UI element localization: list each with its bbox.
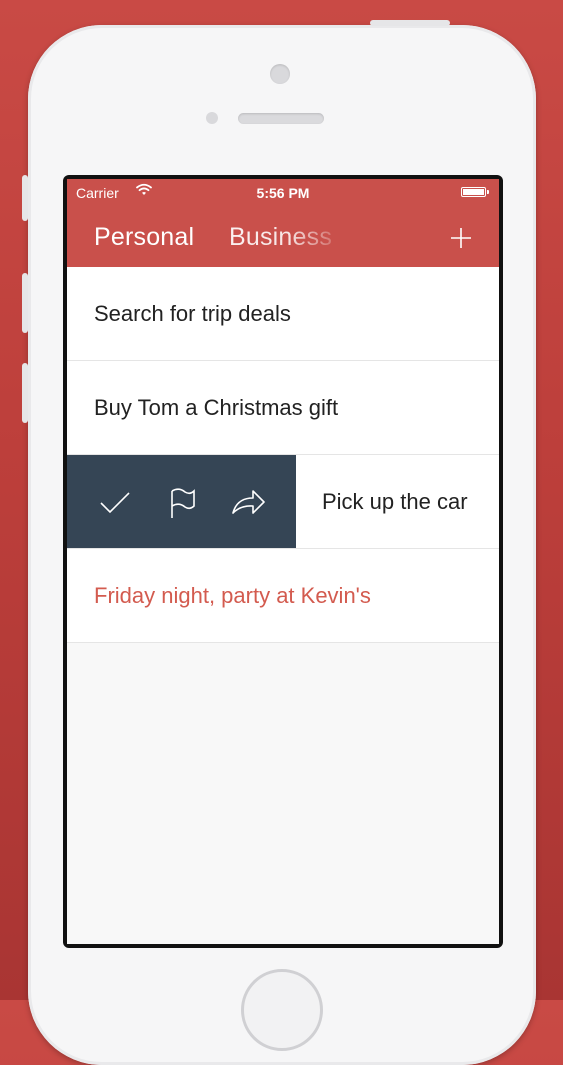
task-text: Pick up the car: [322, 489, 468, 514]
proximity-sensor: [206, 112, 218, 124]
task-text: Friday night, party at Kevin's: [94, 583, 371, 608]
flag-icon[interactable]: [163, 486, 197, 520]
status-bar: Carrier 5:56 PM: [67, 179, 499, 205]
task-row-highlighted[interactable]: Friday night, party at Kevin's: [67, 549, 499, 643]
battery-icon: [461, 187, 489, 197]
app-screen: Carrier 5:56 PM Personal Business Search…: [67, 179, 499, 944]
tab-business[interactable]: Business: [229, 223, 337, 252]
swipe-actions: [67, 455, 296, 548]
task-text: Buy Tom a Christmas gift: [94, 395, 339, 420]
volume-up-button: [22, 273, 28, 333]
task-row[interactable]: Search for trip deals: [67, 267, 499, 361]
task-row-swiped[interactable]: Pick up the car: [67, 455, 499, 549]
mute-switch: [22, 175, 28, 221]
front-camera: [270, 64, 290, 84]
tab-personal[interactable]: Personal: [94, 223, 194, 252]
phone-screen: Carrier 5:56 PM Personal Business Search…: [63, 175, 503, 948]
forward-icon[interactable]: [231, 486, 265, 520]
volume-down-button: [22, 363, 28, 423]
task-row[interactable]: Buy Tom a Christmas gift: [67, 361, 499, 455]
home-button[interactable]: [241, 969, 323, 1051]
status-time: 5:56 PM: [256, 185, 310, 201]
task-list: Search for trip deals Buy Tom a Christma…: [67, 267, 499, 643]
check-icon[interactable]: [98, 486, 132, 520]
power-button: [370, 20, 450, 26]
task-text: Search for trip deals: [94, 301, 291, 326]
app-header: Carrier 5:56 PM Personal Business: [67, 179, 499, 267]
plus-icon[interactable]: [450, 227, 472, 249]
earpiece-speaker: [238, 113, 324, 124]
